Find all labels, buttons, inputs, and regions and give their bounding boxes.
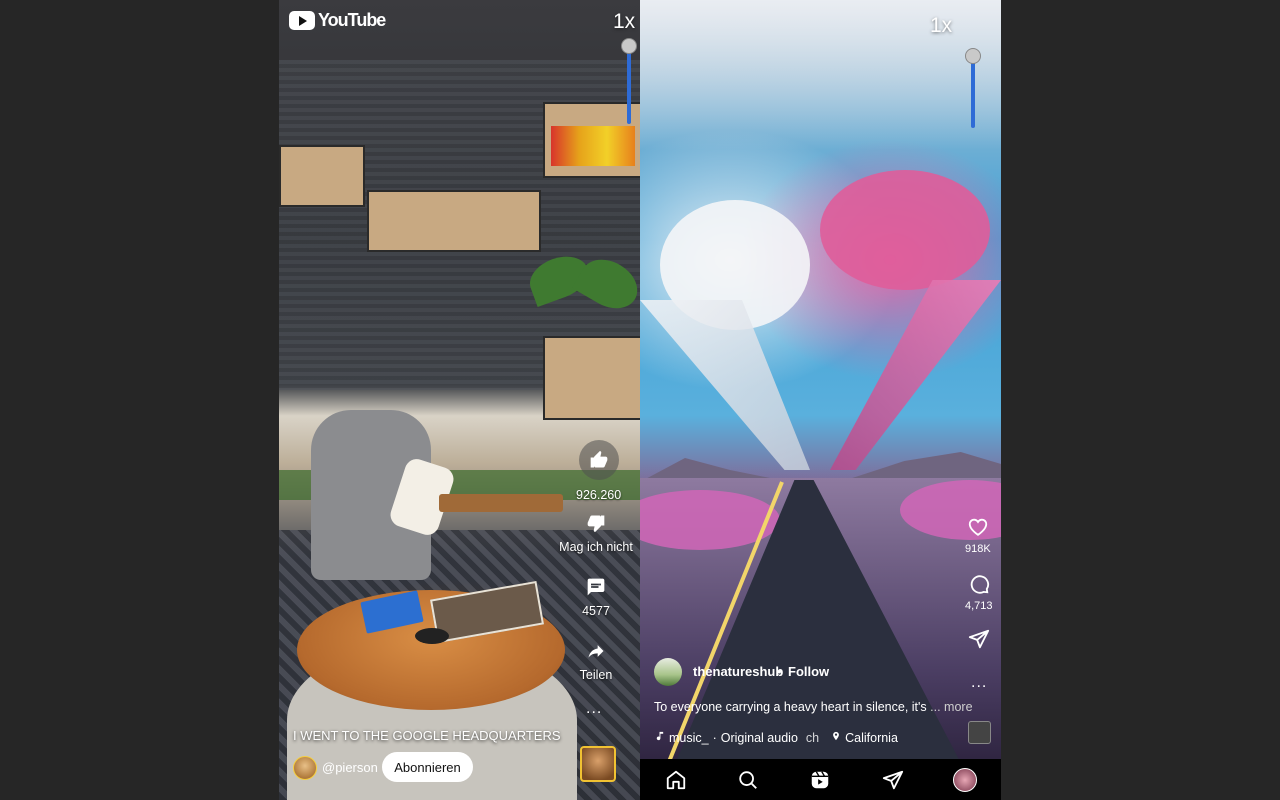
nav-search[interactable] [732,764,764,796]
like-button[interactable]: 926.260 [576,440,621,502]
speed-slider-handle[interactable] [965,48,981,64]
user-avatar[interactable] [654,658,682,686]
shelf [279,145,365,207]
comment-count: 4,713 [965,600,993,612]
caption-more-link[interactable]: ... more [930,700,972,714]
nav-messages[interactable] [877,764,909,796]
white-cloud-trail [640,300,810,470]
thumbs-up-icon [578,440,619,480]
username[interactable]: thenatureshub [693,664,783,679]
books-on-shelf [551,126,635,166]
nav-profile[interactable] [949,764,981,796]
comment-count: 4577 [582,604,610,618]
shelf [543,336,640,420]
pink-cloud-trail [830,280,1001,470]
like-button[interactable]: 918K [965,516,991,555]
caption-text: To everyone carrying a heavy heart in si… [654,700,927,714]
youtube-logo-text: YouTube [318,10,386,30]
nav-home[interactable] [660,764,692,796]
search-icon [739,770,758,789]
channel-handle[interactable]: @pierson [322,760,378,775]
side-table [439,494,563,512]
speed-slider-handle[interactable] [621,38,637,54]
comments-button[interactable]: 4,713 [965,573,993,612]
send-icon [968,628,990,653]
send-icon [882,770,903,789]
profile-avatar [952,767,977,792]
playback-speed-label[interactable]: 1x [930,14,952,38]
thumbs-down-icon [576,506,616,540]
wireless-charger [415,628,449,644]
follow-button[interactable]: Follow [788,664,829,679]
audio-extra: ch [805,730,820,745]
dislike-button[interactable]: Mag ich nicht [559,506,633,554]
share-button[interactable] [968,628,990,653]
playback-speed-label[interactable]: 1x [613,10,635,34]
audio-thumbnail[interactable] [968,721,991,744]
location-pin-icon [831,730,841,745]
video-title[interactable]: I WENT TO THE GOOGLE HEADQUARTERS [293,728,561,743]
share-button[interactable]: Teilen [576,634,616,682]
shelf [367,190,541,252]
bottom-nav-bar [640,759,1001,800]
speed-slider-track[interactable] [627,46,631,124]
comment-icon [968,573,990,598]
subscribe-button[interactable]: Abonnieren [382,752,473,782]
share-arrow-icon [576,634,616,668]
channel-avatar[interactable] [293,756,317,780]
more-options-button[interactable]: ... [586,700,602,718]
nav-reels[interactable] [804,764,836,796]
audio-separator: · [712,730,717,745]
youtube-play-icon [289,11,315,30]
instagram-reels-panel: 1x 918K 4,713 ... thenatureshub • Follow… [640,0,1001,800]
like-count: 918K [965,543,991,555]
reels-icon [812,770,829,788]
caption[interactable]: To everyone carrying a heavy heart in si… [654,700,973,714]
audio-title: Original audio [720,730,798,745]
sound-thumbnail[interactable] [580,746,616,782]
home-icon [666,770,686,789]
comments-button[interactable]: 4577 [576,570,616,618]
share-label: Teilen [579,668,613,682]
like-count: 926.260 [576,488,622,502]
youtube-shorts-panel: YouTube 1x 926.260 Mag ich nicht 4577 Te… [279,0,640,800]
dislike-label: Mag ich nicht [559,540,633,554]
comment-icon [576,570,616,604]
youtube-logo[interactable]: YouTube [289,10,386,31]
username-separator: • [777,664,782,679]
audio-artist: music_ [669,730,709,745]
speed-slider-track[interactable] [971,56,975,128]
pink-cloud-heart-half [820,170,990,290]
more-options-button[interactable]: ... [971,674,987,692]
audio-info[interactable]: music_ · Original audio ch California [654,730,898,745]
location-label[interactable]: California [845,731,898,745]
heart-icon [967,516,989,541]
music-note-icon [654,730,665,745]
